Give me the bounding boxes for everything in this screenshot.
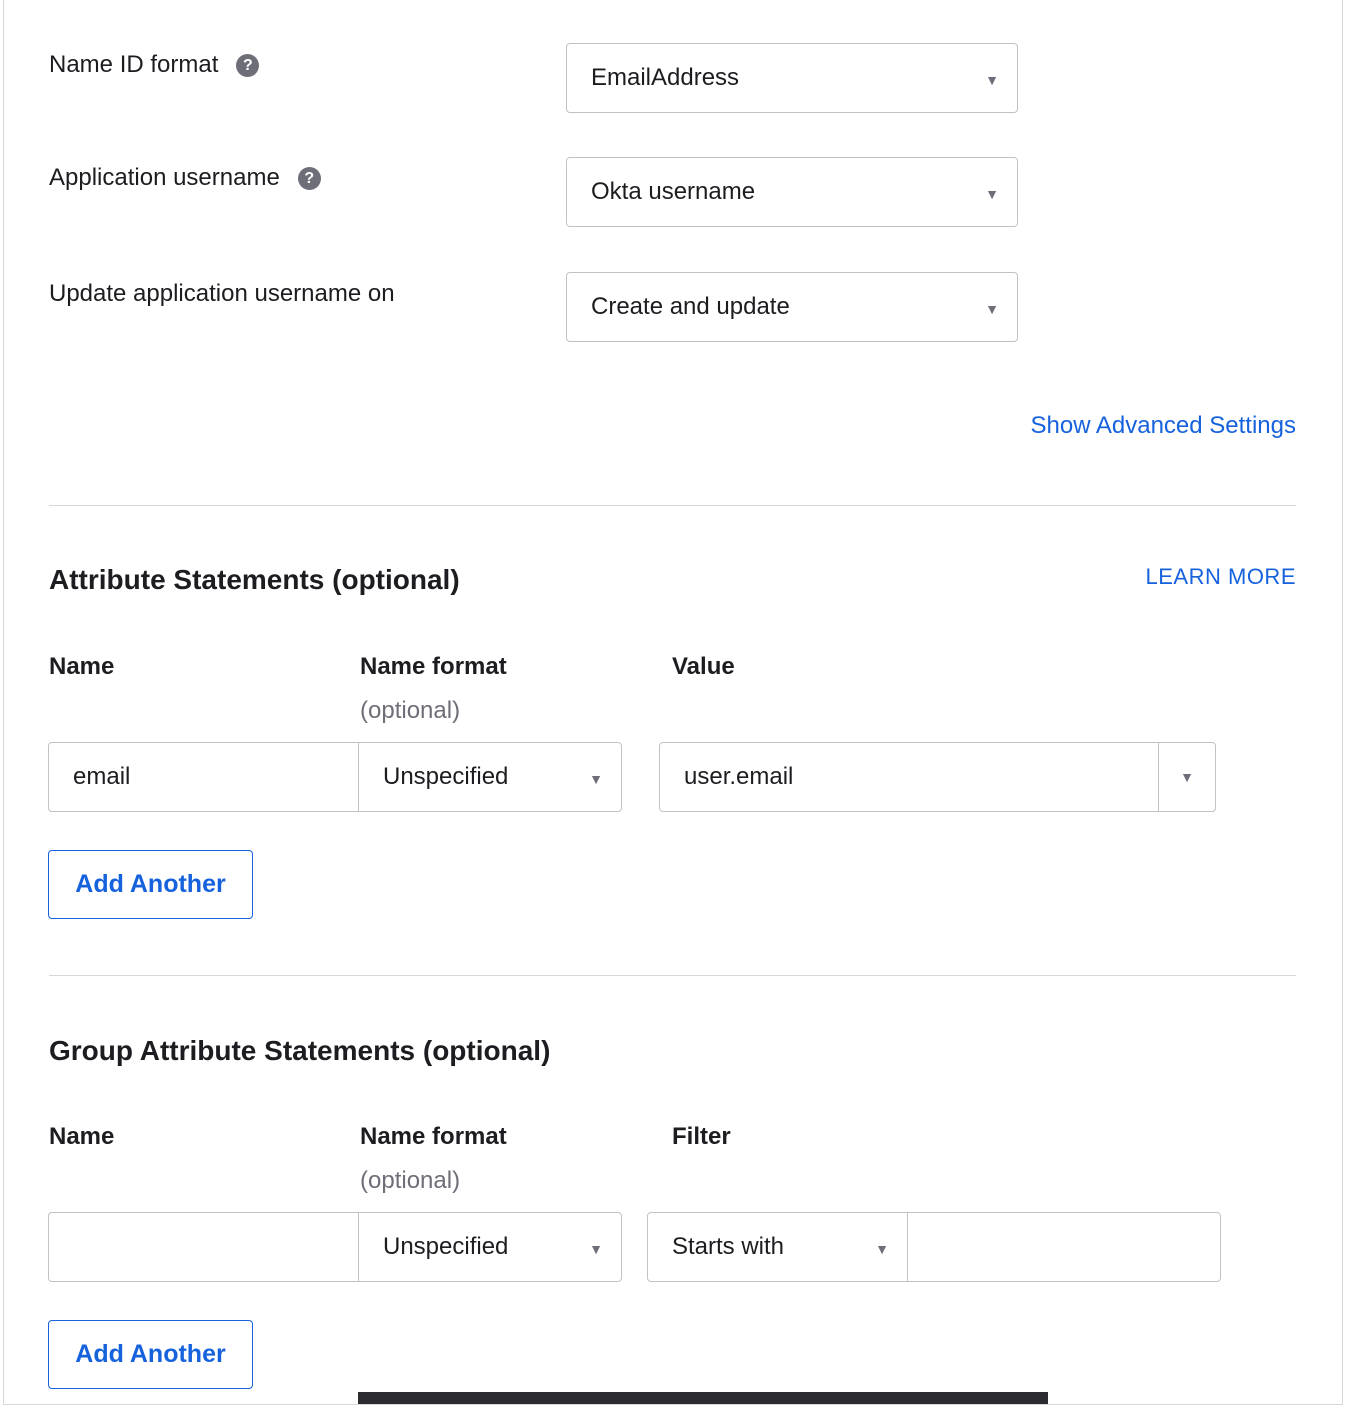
attribute-statements-title: Attribute Statements (optional) <box>49 564 460 595</box>
section-divider <box>49 505 1296 506</box>
filter-value-input[interactable] <box>907 1212 1221 1282</box>
column-header-name: Name <box>49 653 115 680</box>
optional-hint: (optional) <box>360 697 461 724</box>
attribute-name-format-select[interactable]: Unspecified ▼ <box>358 742 622 812</box>
optional-hint: (optional) <box>360 1167 461 1194</box>
group-name-format-select[interactable]: Unspecified ▼ <box>358 1212 622 1282</box>
group-attribute-name-input[interactable] <box>48 1212 359 1282</box>
attribute-value-combobox[interactable]: user.email ▼ <box>659 742 1216 812</box>
name-id-format-value: EmailAddress <box>591 64 740 91</box>
column-header-filter: Filter <box>672 1123 731 1150</box>
chevron-down-icon: ▼ <box>985 186 999 202</box>
help-icon[interactable]: ? <box>236 54 260 77</box>
name-id-format-select[interactable]: EmailAddress ▼ <box>566 43 1018 113</box>
application-username-label: Application username? <box>49 163 321 193</box>
column-header-name-format: Name format <box>360 653 507 680</box>
filter-type-value: Starts with <box>672 1233 785 1260</box>
attribute-value-text: user.email <box>684 763 794 790</box>
add-another-group-attribute-button[interactable]: Add Another <box>48 1320 253 1389</box>
application-username-value: Okta username <box>591 178 756 205</box>
group-attribute-statements-title: Group Attribute Statements (optional) <box>49 1035 551 1066</box>
update-username-label: Update application username on <box>49 280 395 307</box>
chevron-down-icon: ▼ <box>985 72 999 88</box>
column-header-name-format: Name format <box>360 1123 507 1150</box>
attribute-name-input[interactable]: email <box>48 742 359 812</box>
chevron-down-icon: ▼ <box>589 1241 603 1257</box>
filter-type-select[interactable]: Starts with ▼ <box>647 1212 908 1282</box>
column-header-name: Name <box>49 1123 115 1150</box>
show-advanced-settings-link[interactable]: Show Advanced Settings <box>1030 412 1296 440</box>
help-icon[interactable]: ? <box>297 167 321 190</box>
section-divider <box>49 975 1296 976</box>
update-username-value: Create and update <box>591 293 790 320</box>
chevron-down-icon: ▼ <box>985 301 999 317</box>
learn-more-link[interactable]: LEARN MORE <box>1146 564 1296 590</box>
chevron-down-icon[interactable]: ▼ <box>1158 743 1215 811</box>
update-username-select[interactable]: Create and update ▼ <box>566 272 1018 342</box>
application-username-select[interactable]: Okta username ▼ <box>566 157 1018 227</box>
chevron-down-icon: ▼ <box>589 771 603 787</box>
group-name-format-value: Unspecified <box>383 1233 509 1260</box>
attribute-name-format-value: Unspecified <box>383 763 509 790</box>
chevron-down-icon: ▼ <box>875 1241 889 1257</box>
add-another-attribute-button[interactable]: Add Another <box>48 850 253 919</box>
name-id-format-label: Name ID format? <box>49 50 260 80</box>
bottom-overlay-bar <box>358 1392 1048 1404</box>
column-header-value: Value <box>672 653 735 680</box>
